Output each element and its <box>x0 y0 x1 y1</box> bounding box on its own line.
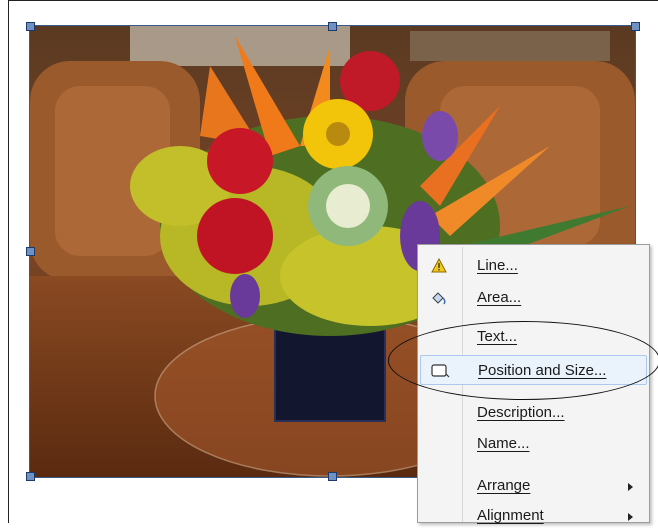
context-menu: Line... Area... Text... Position and Siz… <box>417 244 650 524</box>
resize-handle-middle-left[interactable] <box>26 247 35 256</box>
menu-item-name[interactable]: Name... <box>420 429 647 459</box>
resize-handle-top-right[interactable] <box>631 22 640 31</box>
resize-handle-top-center[interactable] <box>328 22 337 31</box>
menu-item-label: Name... <box>477 435 530 452</box>
menu-item-label: Description... <box>477 404 565 421</box>
menu-item-position-and-size[interactable]: Position and Size... <box>420 355 647 385</box>
submenu-arrow-icon <box>628 483 633 491</box>
submenu-arrow-icon <box>628 513 633 521</box>
menu-item-label: Alignment <box>477 507 544 524</box>
menu-item-text[interactable]: Text... <box>420 322 647 352</box>
menu-item-arrange[interactable]: Arrange <box>420 471 647 501</box>
resize-handle-top-left[interactable] <box>26 22 35 31</box>
menu-item-area[interactable]: Area... <box>420 283 647 313</box>
menu-item-label: Area... <box>477 289 522 306</box>
menu-item-label: Text... <box>477 328 518 345</box>
menu-item-label: Line... <box>477 257 518 274</box>
menu-item-description[interactable]: Description... <box>420 398 647 428</box>
resize-handle-bottom-left[interactable] <box>26 472 35 481</box>
line-warning-icon <box>428 256 450 276</box>
menu-item-alignment[interactable]: Alignment <box>420 501 647 531</box>
menu-item-label: Position and Size... <box>478 362 607 379</box>
resize-handle-bottom-center[interactable] <box>328 472 337 481</box>
area-fill-icon <box>428 288 450 308</box>
position-size-icon <box>429 361 451 381</box>
menu-item-line[interactable]: Line... <box>420 251 647 281</box>
menu-item-label: Arrange <box>477 477 531 494</box>
